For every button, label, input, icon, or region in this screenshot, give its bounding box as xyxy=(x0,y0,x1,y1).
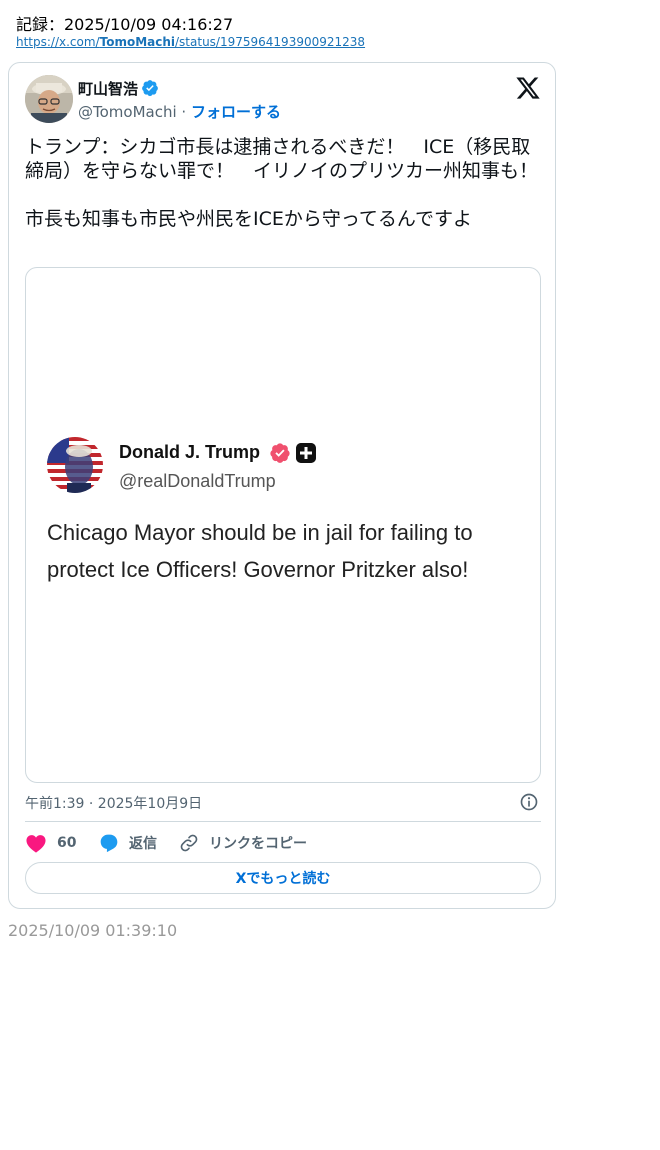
quoted-post-text: Chicago Mayor should be in jail for fail… xyxy=(47,520,473,582)
tweet-text: トランプ：シカゴ市長は逮捕されるべきだ！ ICE（移民取締局）を守らない罪で！ … xyxy=(25,136,539,230)
quoted-author-name: Donald J. Trump xyxy=(119,442,261,462)
trump-avatar xyxy=(47,437,103,493)
tweet-url-link[interactable]: https://x.com/TomoMachi/status/197596419… xyxy=(16,35,365,49)
separator: · xyxy=(176,103,191,121)
info-icon[interactable] xyxy=(519,792,539,812)
tweet-media-image[interactable]: Donald J. Trump @realDonaldTrump Chicago… xyxy=(25,267,541,783)
handle[interactable]: @TomoMachi xyxy=(78,103,177,121)
url-prefix: https://x.com/ xyxy=(16,35,100,49)
heart-icon xyxy=(26,835,46,853)
like-count: 60 xyxy=(57,835,77,851)
record-timestamp: 記録：2025/10/09 04:16:27 xyxy=(16,15,234,34)
handle-row: @TomoMachi · フォローする xyxy=(78,101,281,122)
x-logo-icon[interactable] xyxy=(515,75,541,101)
display-name[interactable]: 町山智浩 xyxy=(78,78,138,99)
link-icon xyxy=(180,834,198,852)
avatar[interactable] xyxy=(25,75,73,123)
reply-bubble-icon xyxy=(100,834,118,853)
embedded-tweet-card: 町山智浩 @TomoMachi · フォローする トランプ：シカゴ市長は逮捕され… xyxy=(8,62,556,909)
divider xyxy=(25,821,541,822)
quoted-author-handle: @realDonaldTrump xyxy=(119,471,276,491)
saved-timestamp: 2025/10/09 01:39:10 xyxy=(8,921,178,940)
verified-badge-icon xyxy=(270,443,290,463)
reply-label: 返信 xyxy=(129,836,157,852)
verified-badge-icon xyxy=(142,80,158,97)
like-button[interactable]: 60 xyxy=(25,833,76,853)
url-user: TomoMachi xyxy=(99,35,176,49)
read-more-button[interactable]: Xでもっと読む xyxy=(25,862,541,894)
follow-button[interactable]: フォローする xyxy=(191,103,281,121)
tweet-timestamp[interactable]: 午前1:39 · 2025年10月9日 xyxy=(25,793,202,813)
copy-link-label: リンクをコピー xyxy=(209,836,307,852)
reply-button[interactable]: 返信 xyxy=(99,833,157,853)
url-suffix: /status/1975964193900921238 xyxy=(175,35,366,49)
plus-badge-icon xyxy=(296,443,316,463)
copy-link-button[interactable]: リンクをコピー xyxy=(179,833,307,853)
